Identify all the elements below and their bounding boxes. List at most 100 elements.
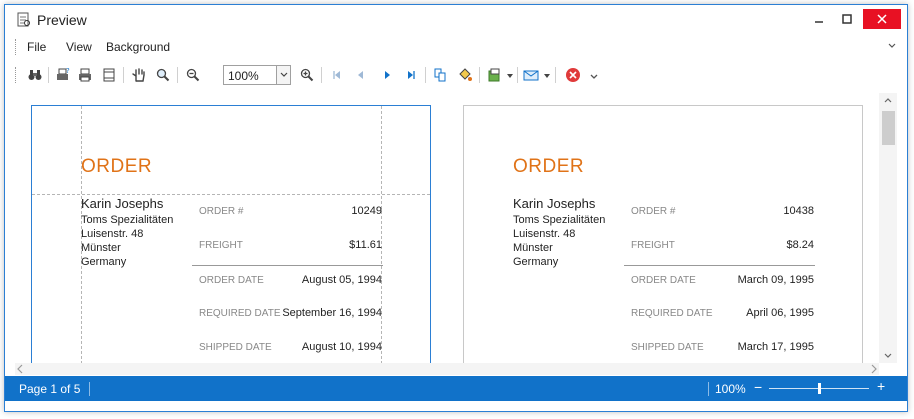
field-divider — [624, 265, 815, 266]
toolbar-separator — [321, 67, 322, 83]
zoom-out-button[interactable] — [183, 65, 203, 85]
window-title: Preview — [37, 12, 87, 28]
send-email-button[interactable] — [521, 65, 541, 85]
zoom-out-icon — [186, 68, 200, 82]
toolbar-separator — [479, 67, 480, 83]
customer-street: Luisenstr. 48 — [81, 228, 144, 240]
maximize-icon — [842, 14, 852, 24]
field-label-order-date: ORDER DATE — [631, 275, 696, 286]
menu-grip[interactable] — [15, 39, 18, 55]
magnifier-icon — [156, 68, 170, 82]
close-circle-icon — [566, 68, 580, 82]
field-label-freight: FREIGHT — [199, 240, 243, 251]
menu-bar: File View Background — [15, 37, 897, 57]
field-value-freight: $11.61 — [349, 239, 382, 251]
paint-bucket-icon — [459, 68, 472, 81]
field-value-order-date: August 05, 1994 — [301, 274, 382, 286]
scroll-down-button[interactable] — [879, 349, 897, 363]
zoom-slider-thumb[interactable] — [817, 383, 821, 394]
magnifier-button[interactable] — [153, 65, 173, 85]
zoom-combobox[interactable]: 100% — [223, 65, 291, 85]
chevron-down-icon — [884, 353, 892, 358]
title-bar: Preview — [5, 5, 907, 35]
export-icon — [488, 68, 500, 82]
field-label-required-date: REQUIRED DATE — [199, 308, 281, 319]
menu-view[interactable]: View — [66, 40, 92, 54]
zoom-value: 100% — [228, 69, 259, 83]
field-label-order-number: ORDER # — [631, 206, 676, 217]
next-page-button[interactable] — [377, 65, 397, 85]
field-value-required-date: April 06, 1995 — [746, 307, 814, 319]
multiple-pages-icon — [434, 68, 446, 82]
customer-city: Münster — [81, 242, 121, 254]
horizontal-scrollbar[interactable] — [15, 363, 879, 375]
vertical-scrollbar[interactable] — [879, 93, 897, 363]
maximize-button[interactable] — [833, 9, 861, 29]
menu-background[interactable]: Background — [106, 40, 170, 54]
menu-expand-chevron-icon[interactable] — [887, 39, 897, 53]
quick-print-button[interactable] — [75, 65, 95, 85]
document-viewport[interactable]: ORDER Karin Josephs Toms Spezialitäten L… — [15, 93, 897, 363]
document-page[interactable]: ORDER Karin Josephs Toms Spezialitäten L… — [463, 105, 863, 363]
multiple-pages-button[interactable] — [431, 65, 451, 85]
next-page-icon — [385, 71, 390, 79]
zoom-out-status-button[interactable]: − — [754, 379, 762, 395]
field-divider — [192, 265, 383, 266]
minimize-button[interactable] — [805, 9, 833, 29]
zoom-in-icon — [300, 68, 314, 82]
hand-icon — [132, 68, 145, 82]
previous-page-button[interactable] — [351, 65, 371, 85]
page-setup-icon — [103, 68, 115, 82]
field-value-order-number: 10249 — [351, 205, 382, 217]
export-dropdown-icon[interactable] — [507, 74, 513, 78]
field-value-shipped-date: March 17, 1995 — [737, 341, 814, 353]
zoom-dropdown-button[interactable] — [276, 66, 290, 84]
toolbar-grip[interactable] — [15, 67, 18, 83]
margin-guide — [32, 194, 430, 195]
chevron-left-icon[interactable] — [17, 364, 23, 374]
print-dialog-button[interactable]: ? — [53, 65, 73, 85]
toolbar-separator — [425, 67, 426, 83]
printer-icon — [79, 68, 91, 82]
customer-company: Toms Spezialitäten — [513, 214, 606, 226]
email-dropdown-icon[interactable] — [544, 74, 550, 78]
last-page-button[interactable] — [401, 65, 421, 85]
toolbar: ? 100% — [15, 61, 897, 89]
zoom-in-status-button[interactable]: + — [877, 378, 885, 394]
hand-tool-button[interactable] — [129, 65, 149, 85]
close-button[interactable] — [863, 9, 901, 29]
toolbar-separator — [123, 67, 124, 83]
first-page-icon — [333, 71, 340, 79]
toolbar-overflow-chevron-icon[interactable] — [589, 73, 599, 81]
first-page-button[interactable] — [327, 65, 347, 85]
field-value-order-date: March 09, 1995 — [737, 274, 814, 286]
find-button[interactable] — [25, 65, 45, 85]
scrollbar-thumb[interactable] — [882, 111, 895, 145]
zoom-level-label: 100% — [715, 382, 746, 396]
document-page[interactable]: ORDER Karin Josephs Toms Spezialitäten L… — [31, 105, 431, 363]
field-value-freight: $8.24 — [786, 239, 814, 251]
toolbar-separator — [555, 67, 556, 83]
status-bar: Page 1 of 5 100% − + — [5, 376, 907, 401]
zoom-in-button[interactable] — [297, 65, 317, 85]
toolbar-separator — [517, 67, 518, 83]
menu-file[interactable]: File — [27, 40, 46, 54]
customer-company: Toms Spezialitäten — [81, 214, 174, 226]
field-value-shipped-date: August 10, 1994 — [301, 341, 382, 353]
margin-guide — [381, 106, 382, 363]
field-value-order-number: 10438 — [783, 205, 814, 217]
export-button[interactable] — [485, 65, 505, 85]
order-title: ORDER — [81, 156, 153, 177]
customer-country: Germany — [81, 256, 127, 268]
chevron-right-icon[interactable] — [871, 364, 877, 374]
toolbar-separator — [48, 67, 49, 83]
scroll-up-button[interactable] — [879, 93, 897, 107]
close-preview-button[interactable] — [563, 65, 583, 85]
preview-window: Preview File View Background ? 100% ORDE… — [4, 4, 908, 412]
last-page-icon — [408, 71, 415, 79]
background-color-button[interactable] — [455, 65, 475, 85]
page-setup-button[interactable] — [99, 65, 119, 85]
customer-street: Luisenstr. 48 — [513, 228, 576, 240]
customer-city: Münster — [513, 242, 553, 254]
envelope-icon — [523, 70, 539, 81]
